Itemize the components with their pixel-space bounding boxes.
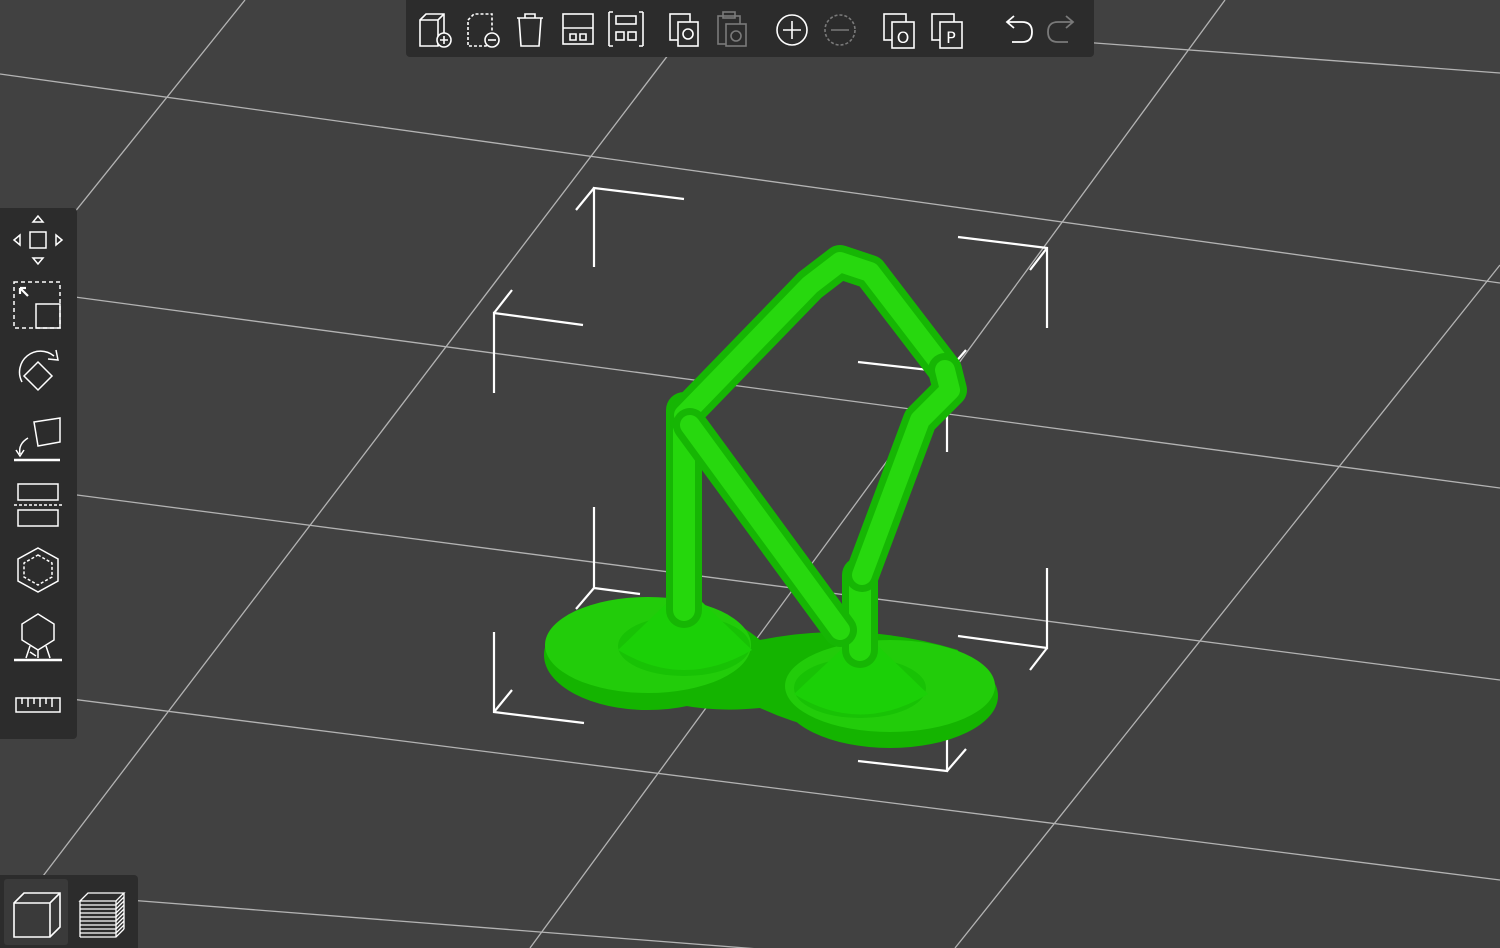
bed-grid (0, 0, 1500, 948)
arrange-selection-icon[interactable] (604, 4, 648, 52)
3d-viewport[interactable] (0, 0, 1500, 948)
remove-instance-icon[interactable] (818, 4, 862, 52)
cut-tool-icon[interactable] (8, 474, 68, 534)
place-on-face-icon[interactable] (8, 408, 68, 468)
copy-icon[interactable] (662, 4, 706, 52)
view-switch (0, 875, 138, 948)
paste-icon[interactable] (710, 4, 754, 52)
redo-icon[interactable] (1042, 4, 1086, 52)
hollow-tool-icon[interactable] (8, 540, 68, 600)
undo-icon[interactable] (994, 4, 1038, 52)
support-points-icon[interactable] (8, 606, 68, 666)
scale-tool-icon[interactable] (8, 276, 68, 336)
split-parts-letter: P (946, 28, 956, 47)
delete-all-icon[interactable] (508, 4, 552, 52)
add-instance-icon[interactable] (770, 4, 814, 52)
add-object-icon[interactable] (414, 4, 458, 52)
arrange-icon[interactable] (556, 4, 600, 52)
3d-view-icon[interactable] (4, 879, 68, 945)
3d-model[interactable] (544, 245, 998, 748)
top-toolbar: O P (406, 0, 1094, 57)
split-objects-letter: O (897, 28, 910, 47)
split-to-parts-icon[interactable]: P (926, 4, 970, 52)
measure-tool-icon[interactable] (8, 674, 68, 734)
remove-object-icon[interactable] (462, 4, 506, 52)
move-tool-icon[interactable] (8, 210, 68, 270)
left-toolbar (0, 208, 77, 739)
rotate-tool-icon[interactable] (8, 342, 68, 402)
preview-layers-icon[interactable] (68, 879, 132, 945)
split-to-objects-icon[interactable]: O (878, 4, 922, 52)
